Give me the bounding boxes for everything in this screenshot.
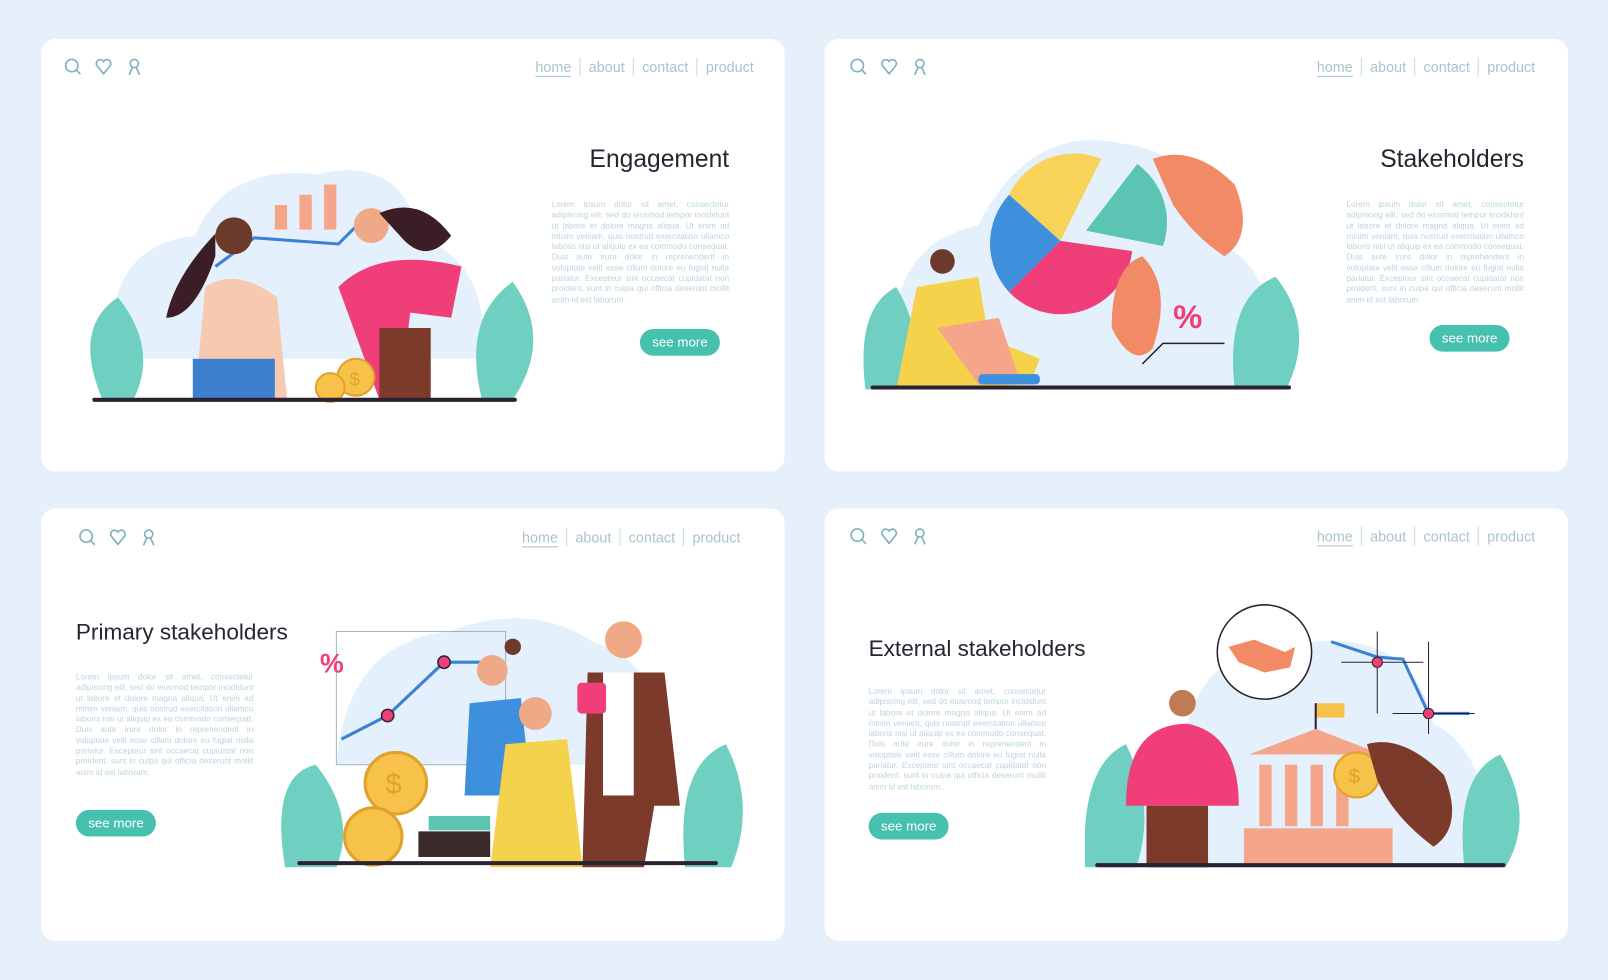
search-icon[interactable] bbox=[849, 527, 867, 545]
top-nav: home about contact product bbox=[527, 57, 762, 76]
svg-text:%: % bbox=[1173, 298, 1202, 335]
bar bbox=[299, 194, 312, 230]
header-icons bbox=[849, 527, 929, 545]
top-nav: home about contact product bbox=[1309, 57, 1544, 76]
ground-line bbox=[1095, 863, 1506, 868]
nav-home[interactable]: home bbox=[1309, 58, 1361, 74]
nav-product[interactable]: product bbox=[698, 58, 762, 74]
heart-icon[interactable] bbox=[880, 57, 898, 76]
external-stakeholders-illustration: $ bbox=[1084, 604, 1520, 868]
flag bbox=[1315, 703, 1345, 718]
body-text: Lorem ipsum dolor sit amet, consectetur … bbox=[1346, 199, 1524, 305]
mug bbox=[577, 682, 607, 714]
nav-about[interactable]: about bbox=[567, 529, 619, 545]
nav-about[interactable]: about bbox=[581, 58, 633, 74]
svg-text:$: $ bbox=[386, 768, 402, 800]
panel-engagement: home about contact product Engagement Lo… bbox=[41, 38, 785, 472]
svg-text:$: $ bbox=[350, 368, 360, 389]
books bbox=[428, 815, 491, 831]
top-nav: home about contact product bbox=[514, 527, 749, 547]
nav-home[interactable]: home bbox=[514, 529, 566, 545]
heart-icon[interactable] bbox=[109, 528, 127, 546]
panel-external-stakeholders: home about contact product External stak… bbox=[824, 508, 1568, 942]
body-text: Lorem ipsum dolor sit amet, consectetur … bbox=[75, 672, 254, 777]
body-text: Lorem ipsum dolor sit amet, consectetur … bbox=[868, 686, 1047, 792]
search-icon[interactable] bbox=[64, 57, 82, 75]
search-icon[interactable] bbox=[78, 528, 96, 546]
user-icon[interactable] bbox=[911, 527, 929, 545]
plant-right bbox=[476, 281, 534, 400]
panel-stakeholders: home about contact product Stakeholders … bbox=[824, 38, 1568, 472]
search-icon[interactable] bbox=[849, 57, 867, 75]
coin bbox=[343, 806, 404, 867]
person-head bbox=[476, 655, 508, 686]
primary-stakeholders-illustration: % $ bbox=[281, 618, 743, 868]
user-icon[interactable] bbox=[911, 57, 929, 76]
ground-line bbox=[870, 385, 1292, 390]
plant-right bbox=[683, 744, 743, 868]
ground-line bbox=[297, 861, 718, 866]
person-head bbox=[215, 217, 253, 255]
person-head bbox=[605, 621, 642, 659]
header-icons bbox=[78, 528, 158, 546]
see-more-button[interactable]: see more bbox=[868, 812, 949, 840]
coin bbox=[314, 372, 346, 403]
body-text: Lorem ipsum dolor sit amet, consectetur … bbox=[551, 199, 730, 305]
nav-contact[interactable]: contact bbox=[1415, 528, 1478, 544]
nav-about[interactable]: about bbox=[1362, 58, 1414, 74]
person-head bbox=[518, 697, 552, 730]
nav-about[interactable]: about bbox=[1362, 528, 1414, 544]
user-icon[interactable] bbox=[125, 57, 143, 76]
panel-title: External stakeholders bbox=[868, 635, 1086, 662]
heart-icon[interactable] bbox=[880, 527, 898, 545]
header-icons bbox=[64, 57, 144, 76]
nav-home[interactable]: home bbox=[1309, 528, 1361, 544]
panel-title: Engagement bbox=[589, 145, 730, 174]
ground-line bbox=[92, 397, 517, 402]
see-more-button[interactable]: see more bbox=[1429, 324, 1510, 352]
nav-product[interactable]: product bbox=[684, 529, 748, 545]
panel-title: Stakeholders bbox=[1380, 145, 1524, 174]
person-head bbox=[930, 249, 955, 274]
see-more-button[interactable]: see more bbox=[639, 329, 721, 356]
nav-product[interactable]: product bbox=[1479, 528, 1543, 544]
nav-contact[interactable]: contact bbox=[634, 58, 697, 74]
nav-product[interactable]: product bbox=[1479, 58, 1543, 74]
panel-primary-stakeholders: home about contact product Primary stake… bbox=[41, 508, 785, 942]
user-icon[interactable] bbox=[139, 528, 157, 546]
nav-home[interactable]: home bbox=[527, 58, 579, 74]
nav-contact[interactable]: contact bbox=[1415, 58, 1478, 74]
plant-left bbox=[281, 764, 344, 868]
svg-text:$: $ bbox=[1349, 765, 1361, 788]
engagement-illustration: $ bbox=[90, 170, 534, 403]
stakeholders-illustration: % bbox=[863, 140, 1300, 390]
svg-text:%: % bbox=[320, 648, 344, 678]
nav-contact[interactable]: contact bbox=[621, 529, 684, 545]
panel-title: Primary stakeholders bbox=[75, 619, 288, 645]
bar bbox=[324, 184, 337, 230]
header-icons bbox=[849, 57, 929, 76]
bar bbox=[274, 205, 288, 230]
person-body bbox=[490, 739, 583, 868]
heart-icon[interactable] bbox=[94, 57, 112, 76]
see-more-button[interactable]: see more bbox=[75, 809, 157, 837]
top-nav: home about contact product bbox=[1309, 526, 1544, 546]
person-head bbox=[1169, 689, 1196, 717]
